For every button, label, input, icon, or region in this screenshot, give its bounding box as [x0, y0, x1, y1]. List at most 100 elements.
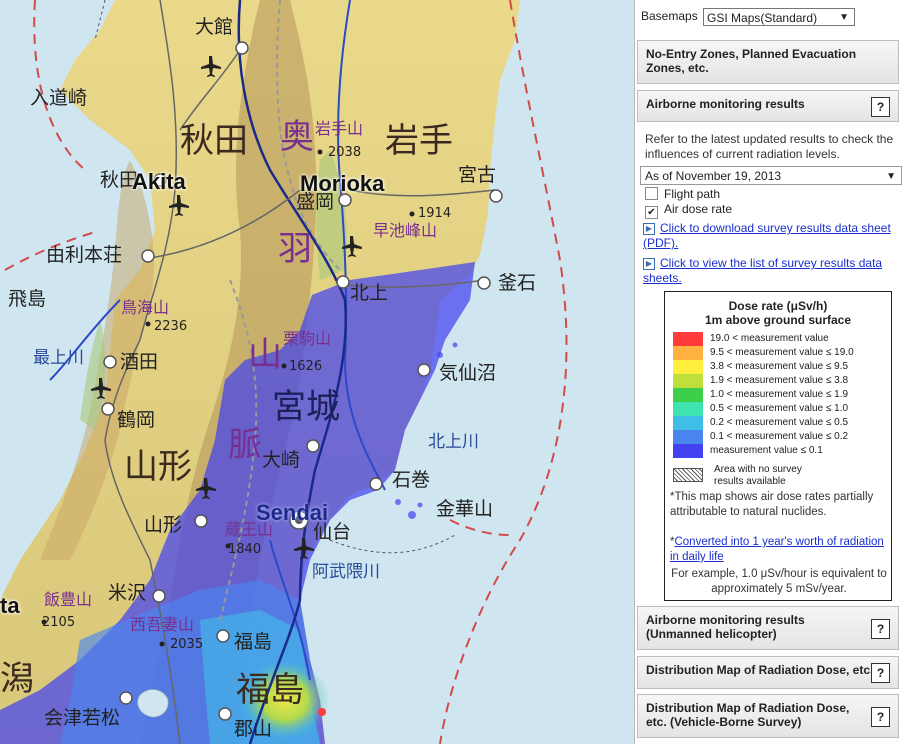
section-vehicle-borne[interactable]: Distribution Map of Radiation Dose, etc.… [637, 694, 899, 738]
help-icon[interactable]: ? [871, 97, 890, 117]
city-marker[interactable] [235, 41, 249, 55]
city-marker[interactable] [218, 707, 232, 721]
chevron-down-icon: ▼ [839, 12, 850, 23]
section-title: Distribution Map of Radiation Dose, etc. [646, 663, 874, 677]
survey-date-value: As of November 19, 2013 [645, 169, 782, 183]
plant-marker[interactable] [318, 708, 326, 716]
section-airborne-monitoring[interactable]: Airborne monitoring results ? [637, 90, 899, 122]
label-kinkasan: 金華山 [436, 498, 494, 520]
help-icon[interactable]: ? [871, 707, 890, 727]
label-yamagata-city: 山形 [144, 514, 183, 536]
no-survey-label: Area with no survey results available [714, 464, 802, 487]
label-sakata: 酒田 [120, 351, 159, 373]
peak-marker [145, 321, 151, 327]
air-dose-checkbox[interactable]: ✔ [645, 206, 658, 219]
download-pdf-link-row: ▶ Click to download survey results data s… [643, 221, 899, 251]
peak-marker [281, 363, 287, 369]
label-morioka-jp: 盛岡 [296, 191, 335, 213]
legend-swatch [673, 402, 703, 416]
legend-label: 19.0 < measurement value [710, 333, 829, 344]
legend-label: 0.2 < measurement value ≤ 0.5 [710, 417, 849, 428]
legend-swatch [673, 416, 703, 430]
section-distribution-map[interactable]: Distribution Map of Radiation Dose, etc.… [637, 656, 899, 689]
label-miyako: 宮古 [458, 164, 497, 186]
label-kitakami-river: 北上川 [428, 432, 479, 452]
legend-swatch [673, 360, 703, 374]
label-iwate-pref: 岩手 [385, 121, 453, 161]
help-icon[interactable]: ? [871, 663, 890, 683]
city-marker[interactable] [141, 249, 155, 263]
legend-swatch [673, 374, 703, 388]
label-zao: 蔵王山 [225, 520, 274, 539]
label-iide: 飯豊山 [44, 590, 93, 609]
city-marker[interactable] [152, 589, 166, 603]
label-tsuruoka: 鶴岡 [117, 409, 156, 431]
legend-swatch [673, 444, 703, 458]
city-marker[interactable] [101, 402, 115, 416]
legend-swatch [673, 430, 703, 444]
city-marker[interactable] [216, 629, 230, 643]
legend-swatch [673, 388, 703, 402]
city-marker[interactable] [194, 514, 208, 528]
survey-date-select[interactable]: As of November 19, 2013 ▼ [640, 166, 902, 185]
lake [137, 689, 169, 718]
basemaps-row: Basemaps GSI Maps(Standard) ▼ [641, 8, 856, 26]
basemaps-label: Basemaps [641, 9, 698, 24]
help-icon[interactable]: ? [871, 619, 890, 639]
city-marker[interactable] [489, 189, 503, 203]
label-iwatesan: 岩手山 [315, 119, 364, 138]
map-view[interactable]: 大館 入道崎 秋田 奥 岩手山 2038 岩手 秋田 Akita Morioka… [0, 0, 634, 744]
city-marker[interactable] [336, 275, 350, 289]
download-pdf-link[interactable]: Click to download survey results data sh… [643, 221, 891, 250]
label-kitakami: 北上 [350, 282, 389, 304]
flight-path-checkbox[interactable] [645, 187, 658, 200]
label-odate: 大館 [195, 16, 234, 38]
legend-label: measurement value ≤ 0.1 [710, 445, 823, 456]
label-kamaishi: 釜石 [498, 272, 537, 294]
legend-label: 0.1 < measurement value ≤ 0.2 [710, 431, 849, 442]
label-ta-en: ta [0, 593, 20, 618]
label-ou-4: 脈 [228, 425, 262, 465]
section-airborne-helicopter[interactable]: Airborne monitoring results (Unmanned he… [637, 606, 899, 650]
label-iide-elev: 2105 [42, 615, 76, 630]
label-kurikoma-elev: 1626 [289, 359, 323, 374]
city-marker[interactable] [369, 477, 383, 491]
label-tobishima: 飛島 [8, 288, 47, 310]
basemaps-select[interactable]: GSI Maps(Standard) ▼ [703, 8, 856, 26]
play-icon: ▶ [643, 223, 655, 235]
label-fukushima-city: 福島 [234, 631, 273, 653]
city-marker[interactable] [103, 355, 117, 369]
label-yurihonjo: 由利本荘 [46, 244, 123, 266]
flight-path-toggle[interactable]: Flight path [645, 187, 720, 201]
section-title: Airborne monitoring results (Unmanned he… [646, 613, 805, 641]
section-title: No-Entry Zones, Planned Evacuation Zones… [646, 47, 857, 75]
note-example: For example, 1.0 μSv/hour is equivalent … [671, 568, 887, 595]
label-akita-pref: 秋田 [180, 121, 248, 161]
converted-link[interactable]: Converted into 1 year's worth of radiati… [670, 536, 884, 563]
section-no-entry-zones[interactable]: No-Entry Zones, Planned Evacuation Zones… [637, 40, 899, 84]
label-ou-2: 羽 [278, 229, 312, 269]
city-marker[interactable] [119, 691, 133, 705]
legend-label: 0.5 < measurement value ≤ 1.0 [710, 403, 849, 414]
basemaps-selected-value: GSI Maps(Standard) [707, 11, 818, 25]
legend-swatch [673, 332, 703, 346]
label-kesennuma: 気仙沼 [439, 362, 497, 384]
label-osaki: 大崎 [262, 449, 301, 471]
no-survey-swatch [673, 468, 703, 482]
peak-marker [409, 211, 415, 217]
city-marker[interactable] [306, 439, 320, 453]
note-natural-nuclides: *This map shows air dose rates partially… [670, 491, 874, 518]
label-aizu: 会津若松 [44, 707, 121, 729]
flight-path-label: Flight path [664, 187, 721, 201]
view-list-link-row: ▶ Click to view the list of survey result… [643, 256, 899, 286]
label-kata: 潟 [0, 659, 34, 699]
label-kurikoma: 栗駒山 [283, 329, 332, 348]
view-list-link[interactable]: Click to view the list of survey results… [643, 256, 882, 285]
city-marker[interactable] [417, 363, 431, 377]
label-miyagi-pref: 宮城 [272, 387, 340, 427]
air-dose-toggle[interactable]: ✔ Air dose rate [645, 202, 732, 219]
label-sendai-jp: 仙台 [313, 521, 352, 543]
label-abukuma: 阿武隈川 [312, 562, 380, 582]
city-marker[interactable] [477, 276, 491, 290]
legend-label: 9.5 < measurement value ≤ 19.0 [710, 347, 854, 358]
